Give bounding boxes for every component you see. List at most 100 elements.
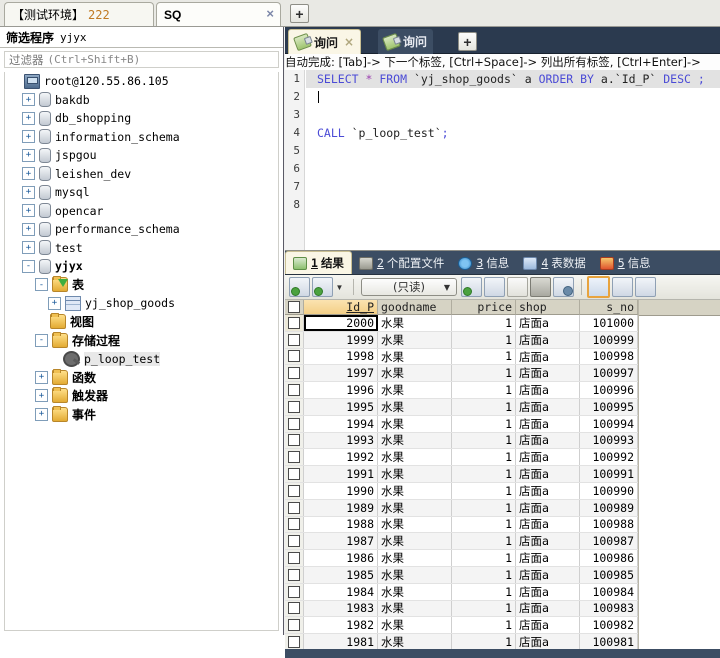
- cell-goodname[interactable]: 水果: [378, 634, 452, 650]
- cell-s_no[interactable]: 100993: [580, 432, 638, 449]
- cell-id[interactable]: 2000: [304, 315, 378, 331]
- cell-id[interactable]: 1986: [304, 550, 378, 566]
- grid-column-header-price[interactable]: price: [452, 300, 516, 315]
- row-select-checkbox[interactable]: [285, 398, 304, 415]
- cell-price[interactable]: 1: [452, 566, 516, 583]
- cell-id[interactable]: 1982: [304, 617, 378, 634]
- grid-column-header-goodname[interactable]: goodname: [378, 300, 452, 315]
- cell-price[interactable]: 1: [452, 550, 516, 566]
- tree-node[interactable]: - 存储过程: [5, 331, 278, 350]
- cell-id[interactable]: 1989: [304, 499, 378, 516]
- cell-shop[interactable]: 店面a: [516, 482, 580, 499]
- cell-s_no[interactable]: 100987: [580, 533, 638, 550]
- cell-price[interactable]: 1: [452, 533, 516, 550]
- sql-line[interactable]: [306, 106, 720, 124]
- tree-node[interactable]: root@120.55.86.105: [5, 72, 278, 91]
- cell-s_no[interactable]: 100986: [580, 550, 638, 566]
- cell-goodname[interactable]: 水果: [378, 331, 452, 348]
- cell-shop[interactable]: 店面a: [516, 566, 580, 583]
- cell-s_no[interactable]: 100989: [580, 499, 638, 516]
- cell-id[interactable]: 1999: [304, 331, 378, 348]
- cell-goodname[interactable]: 水果: [378, 617, 452, 634]
- sql-code-area[interactable]: SELECT * FROM `yj_shop_goods` a ORDER BY…: [306, 70, 720, 250]
- tree-node[interactable]: + 触发器: [5, 387, 278, 406]
- row-select-checkbox[interactable]: [285, 499, 304, 516]
- result-tab-信息[interactable]: 5 信息: [593, 252, 658, 274]
- cell-shop[interactable]: 店面a: [516, 499, 580, 516]
- connection-tab-sq[interactable]: SQ ×: [156, 2, 281, 26]
- delete-record-button[interactable]: [530, 277, 551, 297]
- row-select-checkbox[interactable]: [285, 365, 304, 382]
- tree-node[interactable]: + db_shopping: [5, 109, 278, 128]
- cell-shop[interactable]: 店面a: [516, 398, 580, 415]
- row-select-checkbox[interactable]: [285, 533, 304, 550]
- row-select-checkbox[interactable]: [285, 617, 304, 634]
- cell-price[interactable]: 1: [452, 600, 516, 617]
- cell-price[interactable]: 1: [452, 499, 516, 516]
- cell-id[interactable]: 1995: [304, 398, 378, 415]
- cell-goodname[interactable]: 水果: [378, 516, 452, 533]
- cell-shop[interactable]: 店面a: [516, 331, 580, 348]
- cell-id[interactable]: 1994: [304, 415, 378, 432]
- save-record-button[interactable]: [507, 277, 528, 297]
- row-select-checkbox[interactable]: [285, 634, 304, 650]
- cell-shop[interactable]: 店面a: [516, 415, 580, 432]
- cell-goodname[interactable]: 水果: [378, 566, 452, 583]
- tree-node[interactable]: + 函数: [5, 368, 278, 387]
- close-icon[interactable]: ×: [266, 7, 274, 20]
- cell-id[interactable]: 1998: [304, 348, 378, 365]
- expand-icon[interactable]: +: [22, 148, 35, 162]
- cell-id[interactable]: 1987: [304, 533, 378, 550]
- cell-s_no[interactable]: 100990: [580, 482, 638, 499]
- sql-line[interactable]: [306, 88, 720, 106]
- cell-id[interactable]: 1988: [304, 516, 378, 533]
- form-view-button[interactable]: [612, 277, 633, 297]
- cell-s_no[interactable]: 100985: [580, 566, 638, 583]
- insert-record-button[interactable]: [461, 277, 482, 297]
- row-select-checkbox[interactable]: [285, 566, 304, 583]
- cell-s_no[interactable]: 100982: [580, 617, 638, 634]
- cell-shop[interactable]: 店面a: [516, 449, 580, 466]
- row-select-checkbox[interactable]: [285, 382, 304, 398]
- cell-s_no[interactable]: 100997: [580, 365, 638, 382]
- expand-icon[interactable]: +: [22, 222, 35, 236]
- cell-goodname[interactable]: 水果: [378, 533, 452, 550]
- tree-node[interactable]: 视图: [5, 313, 278, 332]
- cell-id[interactable]: 1996: [304, 382, 378, 398]
- cell-shop[interactable]: 店面a: [516, 315, 580, 331]
- cell-id[interactable]: 1993: [304, 432, 378, 449]
- cell-s_no[interactable]: 101000: [580, 315, 638, 331]
- cell-price[interactable]: 1: [452, 415, 516, 432]
- expand-icon[interactable]: +: [22, 93, 35, 107]
- expand-icon[interactable]: +: [48, 296, 61, 310]
- collapse-icon[interactable]: -: [35, 333, 48, 347]
- readonly-select[interactable]: (只读) ▼: [361, 278, 457, 296]
- grid-column-header-shop[interactable]: shop: [516, 300, 580, 315]
- grid-column-header-s_no[interactable]: s_no: [580, 300, 638, 315]
- cell-s_no[interactable]: 100998: [580, 348, 638, 365]
- cell-goodname[interactable]: 水果: [378, 315, 452, 331]
- tree-node[interactable]: p_loop_test: [5, 350, 278, 369]
- tree-node[interactable]: + yj_shop_goods: [5, 294, 278, 313]
- cell-price[interactable]: 1: [452, 432, 516, 449]
- row-select-checkbox[interactable]: [285, 516, 304, 533]
- close-icon[interactable]: ×: [344, 35, 354, 49]
- tree-node[interactable]: + mysql: [5, 183, 278, 202]
- chevron-down-icon[interactable]: ▼: [335, 279, 344, 295]
- cell-s_no[interactable]: 100983: [580, 600, 638, 617]
- row-select-checkbox[interactable]: [285, 550, 304, 566]
- cell-id[interactable]: 1992: [304, 449, 378, 466]
- sql-line[interactable]: [306, 196, 720, 214]
- cell-goodname[interactable]: 水果: [378, 365, 452, 382]
- collapse-icon[interactable]: -: [35, 278, 48, 292]
- cell-shop[interactable]: 店面a: [516, 533, 580, 550]
- object-tree[interactable]: root@120.55.86.105 + bakdb + db_shopping + inf…: [4, 72, 279, 631]
- editor-tab-query-2[interactable]: 询问: [378, 29, 434, 54]
- sql-line[interactable]: [306, 178, 720, 196]
- sql-line[interactable]: [306, 160, 720, 178]
- cell-shop[interactable]: 店面a: [516, 634, 580, 650]
- cell-id[interactable]: 1981: [304, 634, 378, 650]
- tree-node[interactable]: + leishen_dev: [5, 165, 278, 184]
- row-select-checkbox[interactable]: [285, 415, 304, 432]
- duplicate-record-button[interactable]: [484, 277, 505, 297]
